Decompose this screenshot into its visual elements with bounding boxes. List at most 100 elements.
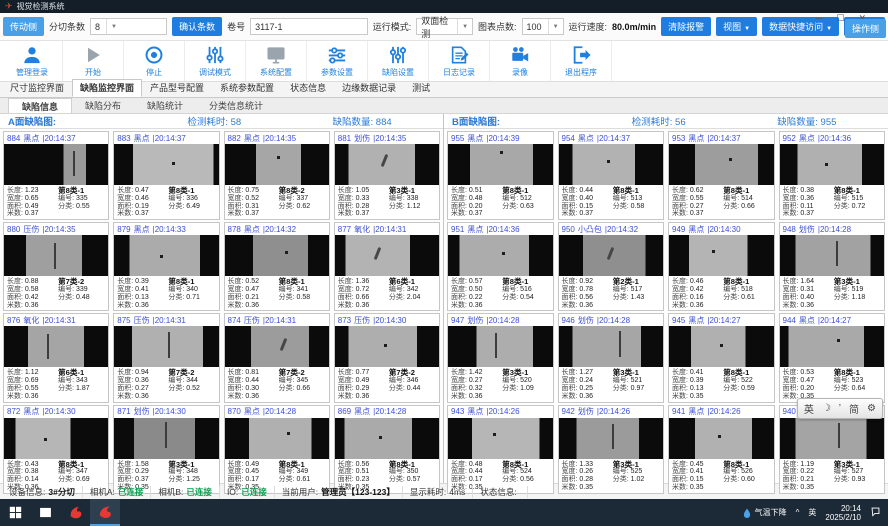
toolbar-button-stop[interactable]: 停止 (124, 41, 185, 81)
defect-cell[interactable]: 877氧化|20:14:31长度: 1.36宽度: 0.72面积: 0.66米数… (334, 222, 440, 311)
slit-count-select[interactable]: 8 ▼ (90, 18, 167, 35)
attribute-label: 米数: (338, 393, 354, 400)
defect-id: 884 (7, 134, 20, 143)
attribute-label: 长度: (672, 187, 688, 194)
weather-widget[interactable]: 气温下降 (742, 507, 787, 518)
ime-english-button[interactable]: 英 (804, 401, 814, 416)
defect-category: 第8类-1 (834, 369, 881, 377)
attribute-label: 米数: (562, 210, 578, 217)
defect-cell[interactable]: 953黑点|20:14:37长度: 0.62宽度: 0.55面积: 0.27米数… (668, 131, 775, 220)
subtab-3[interactable]: 分类信息统计 (196, 98, 276, 113)
toolbar-button-log[interactable]: 日志记录 (429, 41, 490, 81)
tab-0[interactable]: 尺寸监控界面 (2, 79, 72, 97)
ime-simplified-button[interactable]: 简 (849, 401, 859, 416)
defect-cell[interactable]: 943黑点|20:14:26长度: 0.48宽度: 0.44面积: 0.17米数… (447, 405, 554, 494)
maximize-button[interactable]: ☐ (836, 13, 844, 24)
defect-attribute: 米数: 0.36 (7, 302, 58, 310)
defect-image (4, 418, 108, 459)
defect-cell[interactable]: 869黑点|20:14:28长度: 0.56宽度: 0.51面积: 0.23米数… (334, 405, 440, 494)
defect-cell[interactable]: 874压伤|20:14:31长度: 0.81宽度: 0.44面积: 0.30米数… (224, 313, 330, 402)
toolbar-button-exit[interactable]: 退出程序 (551, 41, 612, 81)
windows-logo-icon (9, 506, 22, 519)
taskbar-clock[interactable]: 20:14 2025/2/10 (825, 504, 861, 522)
view-menu-button[interactable]: 视图▼ (716, 17, 757, 36)
attribute-value: 522 (741, 377, 753, 384)
toolbar-button-play[interactable]: 开始 (63, 41, 124, 81)
defect-cell[interactable]: 878黑点|20:14:32长度: 0.52宽度: 0.47面积: 0.21米数… (224, 222, 330, 311)
status-item-3: IO:已连接 (220, 486, 275, 498)
defect-attribute: 米数: 0.37 (338, 210, 389, 218)
defect-cell[interactable]: 872黑点|20:14:30长度: 0.43宽度: 0.38面积: 0.14米数… (3, 405, 109, 494)
minimize-button[interactable]: ─ (816, 13, 822, 24)
defect-cell[interactable]: 871划伤|20:14:30长度: 1.58宽度: 0.29面积: 0.37米数… (113, 405, 219, 494)
defect-cell[interactable]: 879黑点|20:14:33长度: 0.39宽度: 0.41面积: 0.13米数… (113, 222, 219, 311)
defect-cell[interactable]: 945黑点|20:14:27长度: 0.41宽度: 0.39面积: 0.13米数… (668, 313, 775, 402)
subtab-0[interactable]: 缺陷信息 (8, 98, 72, 113)
clear-alarm-button[interactable]: 清除报警 (661, 17, 711, 36)
tab-2[interactable]: 产品型号配置 (142, 79, 212, 97)
defect-image (335, 144, 439, 185)
roll-number-input[interactable]: 3117-1 (250, 18, 368, 35)
defect-attribute: 面积: 0.15 (672, 476, 723, 484)
operate-side-button[interactable]: 操作侧 (845, 19, 886, 38)
tray-expand-caret[interactable]: ^ (796, 508, 800, 517)
defect-id: 882 (228, 134, 241, 143)
confirm-count-button[interactable]: 确认条数 (172, 17, 222, 36)
defect-attribute: 分类: 0.62 (279, 203, 326, 211)
defect-info: 长度: 0.44宽度: 0.40面积: 0.15米数: 0.37第8类-1编号:… (559, 185, 664, 219)
ime-moon-icon[interactable]: ☽ (822, 403, 831, 414)
defect-info-right: 第7类-2编号: 346分类: 0.44 (389, 369, 436, 400)
defect-cell[interactable]: 876氧化|20:14:31长度: 1.12宽度: 0.69面积: 0.55米数… (3, 313, 109, 402)
toolbar-button-sliders-v[interactable]: 缺陷设置 (368, 41, 429, 81)
attribute-label: 宽度: (7, 377, 23, 384)
defect-cell[interactable]: 944黑点|20:14:27长度: 0.53宽度: 0.47面积: 0.20米数… (779, 313, 886, 402)
subtab-2[interactable]: 缺陷统计 (134, 98, 196, 113)
toolbar-button-user[interactable]: 管理登录 (2, 41, 63, 81)
tab-3[interactable]: 系统参数配置 (212, 79, 282, 97)
tab-5[interactable]: 边缘数据记录 (334, 79, 404, 97)
defect-cell[interactable]: 873压伤|20:14:30长度: 0.77宽度: 0.49面积: 0.29米数… (334, 313, 440, 402)
tab-6[interactable]: 测试 (404, 79, 438, 97)
defect-cell[interactable]: 950小凸包|20:14:32长度: 0.92宽度: 0.78面积: 0.56米… (558, 222, 665, 311)
toolbar-button-label: 开始 (85, 67, 101, 78)
toolbar-button-sliders-h[interactable]: 参数设置 (307, 41, 368, 81)
defect-cell[interactable]: 883黑点|20:14:37长度: 0.47宽度: 0.46面积: 0.19米数… (113, 131, 219, 220)
chart-points-select[interactable]: 100 ▼ (522, 18, 564, 35)
defect-attribute: 米数: 0.36 (783, 302, 834, 310)
defect-cell[interactable]: 881划伤|20:14:35长度: 1.05宽度: 0.33面积: 0.28米数… (334, 131, 440, 220)
ime-settings-icon[interactable]: ⚙ (867, 403, 876, 414)
defect-cell[interactable]: 955黑点|20:14:39长度: 0.51宽度: 0.48面积: 0.20米数… (447, 131, 554, 220)
defect-cell[interactable]: 949黑点|20:14:30长度: 0.46宽度: 0.42面积: 0.16米数… (668, 222, 775, 311)
ime-punctuation-button[interactable]: ’ (839, 403, 841, 414)
notification-center-button[interactable] (870, 506, 881, 519)
toolbar-button-tune[interactable]: 调试模式 (185, 41, 246, 81)
defect-cell[interactable]: 880压伤|20:14:35长度: 0.88宽度: 0.58面积: 0.42米数… (3, 222, 109, 311)
defect-cell[interactable]: 952黑点|20:14:36长度: 0.38宽度: 0.36面积: 0.11米数… (779, 131, 886, 220)
subtab-1[interactable]: 缺陷分布 (72, 98, 134, 113)
attribute-value: 0.45 (690, 461, 704, 468)
defect-cell[interactable]: 948划伤|20:14:28长度: 1.64宽度: 0.31面积: 0.40米数… (779, 222, 886, 311)
toolbar-button-monitor[interactable]: 系统配置 (246, 41, 307, 81)
defect-attribute: 米数: 0.37 (7, 210, 58, 218)
defect-cell[interactable]: 942划伤|20:14:26长度: 1.33宽度: 0.26面积: 0.28米数… (558, 405, 665, 494)
defect-cell[interactable]: 947划伤|20:14:28长度: 1.42宽度: 0.27面积: 0.32米数… (447, 313, 554, 402)
tab-4[interactable]: 状态信息 (282, 79, 334, 97)
data-quick-access-label: 数据快捷访问 (769, 22, 823, 32)
defect-attribute: 编号: 338 (389, 195, 436, 203)
toolbar-button-camera[interactable]: 录像 (490, 41, 551, 81)
defect-id: 883 (117, 134, 130, 143)
defect-cell[interactable]: 875压伤|20:14:31长度: 0.94宽度: 0.36面积: 0.27米数… (113, 313, 219, 402)
drive-side-button[interactable]: 传动侧 (3, 17, 44, 36)
defect-cell[interactable]: 870黑点|20:14:28长度: 0.49宽度: 0.45面积: 0.17米数… (224, 405, 330, 494)
defect-cell[interactable]: 946划伤|20:14:28长度: 1.27宽度: 0.24面积: 0.25米数… (558, 313, 665, 402)
tray-input-language[interactable]: 英 (808, 507, 816, 518)
defect-cell[interactable]: 882黑点|20:14:35长度: 0.75宽度: 0.52面积: 0.31米数… (224, 131, 330, 220)
defect-type: 压伤 (244, 315, 260, 326)
defect-cell[interactable]: 884黑点|20:14:37长度: 1.23宽度: 0.65面积: 0.49米数… (3, 131, 109, 220)
defect-cell[interactable]: 951黑点|20:14:36长度: 0.57宽度: 0.50面积: 0.22米数… (447, 222, 554, 311)
tab-1[interactable]: 缺陷监控界面 (72, 79, 142, 97)
defect-info-left: 长度: 1.05宽度: 0.33面积: 0.28米数: 0.37 (338, 187, 389, 218)
defect-cell[interactable]: 941黑点|20:14:26长度: 0.45宽度: 0.41面积: 0.15米数… (668, 405, 775, 494)
run-mode-select[interactable]: 双面检测 ▼ (416, 18, 473, 35)
defect-cell[interactable]: 954黑点|20:14:37长度: 0.44宽度: 0.40面积: 0.15米数… (558, 131, 665, 220)
